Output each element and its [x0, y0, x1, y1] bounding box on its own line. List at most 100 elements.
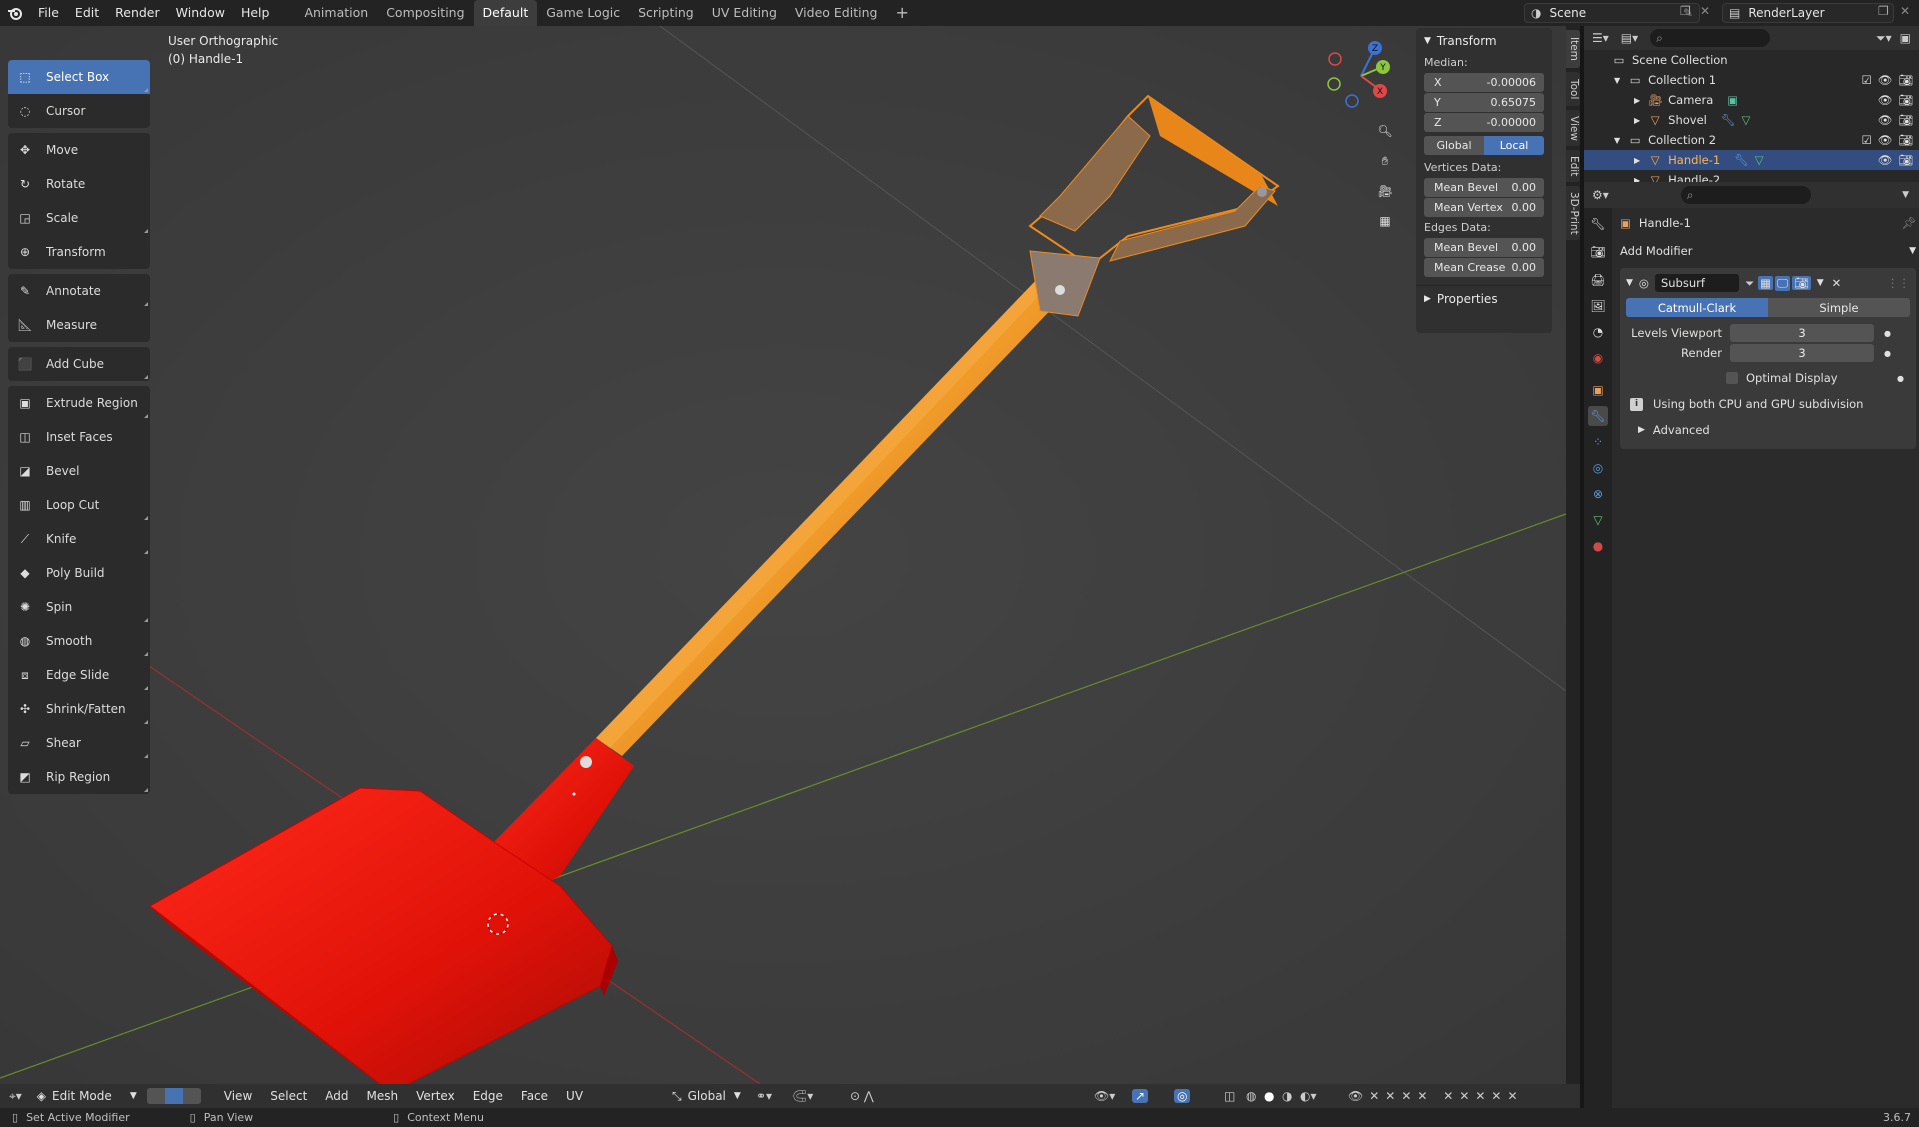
menu-view[interactable]: View: [215, 1089, 261, 1103]
tab-default[interactable]: Default: [473, 0, 538, 26]
xray-icon[interactable]: ◫: [1224, 1089, 1235, 1103]
outliner-row-handle-1[interactable]: ▶ ▽ Handle-1 🔧︎ ▽ 👁︎ 📷︎: [1584, 150, 1919, 170]
delete-view-layer-button[interactable]: ✕: [1900, 4, 1910, 18]
viewport-scene[interactable]: [0, 26, 1566, 1084]
menu-edit[interactable]: Edit: [67, 0, 107, 26]
tab-uv-editing[interactable]: UV Editing: [703, 0, 786, 26]
tool-shear[interactable]: ▱ Shear: [8, 726, 150, 760]
global-button[interactable]: Global: [1424, 136, 1484, 155]
scene-selector[interactable]: ◑ Scene ✎: [1524, 3, 1700, 23]
expand-right-icon[interactable]: ▶: [1634, 96, 1640, 105]
orientation-selector[interactable]: ⤡ Global ▼: [672, 1089, 741, 1104]
delete-scene-button[interactable]: ✕: [1700, 4, 1710, 18]
gizmo-toggle-icon[interactable]: ↗: [1132, 1089, 1149, 1103]
display-mode-icon[interactable]: ▤▾: [1621, 31, 1638, 45]
physics-tab-icon[interactable]: ◎: [1588, 458, 1608, 478]
material-tab-icon[interactable]: ●: [1588, 536, 1608, 556]
eye-icon[interactable]: 👁︎: [1878, 133, 1893, 147]
face-select-icon[interactable]: [182, 1088, 201, 1104]
new-collection-icon[interactable]: ▣: [1900, 31, 1911, 45]
tool-scale[interactable]: ◲ Scale: [8, 201, 150, 235]
tool-settings-tab-icon[interactable]: 🔧︎: [1588, 214, 1608, 234]
outliner-search-input[interactable]: ⌕: [1650, 29, 1771, 47]
pan-hand-icon[interactable]: ✋︎: [1372, 148, 1398, 174]
menu-add[interactable]: Add: [316, 1089, 357, 1103]
tool-move[interactable]: ✥ Move: [8, 133, 150, 167]
pin-icon[interactable]: 📌︎: [1901, 216, 1916, 230]
expand-right-icon[interactable]: ▶: [1634, 116, 1640, 125]
tool-annotate[interactable]: ✎ Annotate: [8, 274, 150, 308]
editmode-toggle-icon[interactable]: ▦: [1758, 276, 1774, 290]
eye-icon[interactable]: 👁︎: [1878, 113, 1893, 127]
checkbox-icon[interactable]: ☑: [1861, 133, 1871, 147]
mean-crease-field[interactable]: Mean Crease 0.00: [1424, 258, 1544, 277]
camera-render-icon[interactable]: 📷︎: [1898, 93, 1913, 107]
tab-game-logic[interactable]: Game Logic: [537, 0, 629, 26]
camera-render-icon[interactable]: 📷︎: [1898, 73, 1913, 87]
filter-icon[interactable]: ⏷▾: [1876, 31, 1892, 46]
eye-icon[interactable]: 👁︎: [1878, 153, 1893, 167]
overlay-toggle-icon[interactable]: ◎: [1174, 1089, 1191, 1103]
menu-edge[interactable]: Edge: [464, 1089, 512, 1103]
outliner-row-shovel[interactable]: ▶ ▽ Shovel 🔧︎ ▽ 👁︎ 📷︎: [1584, 110, 1919, 130]
tool-knife[interactable]: ⟋ Knife: [8, 522, 150, 556]
simple-button[interactable]: Simple: [1768, 298, 1910, 317]
render-levels-field[interactable]: 3: [1730, 344, 1874, 362]
object-tab-icon[interactable]: ▣: [1588, 380, 1608, 400]
tool-select-box[interactable]: ⬚ Select Box: [8, 60, 150, 94]
view-layer-tab-icon[interactable]: 🖼︎: [1588, 296, 1608, 316]
shading-rendered-icon[interactable]: ◐▾: [1300, 1089, 1317, 1103]
add-workspace-button[interactable]: +: [886, 0, 917, 26]
tool-add-cube[interactable]: ⬛ Add Cube: [8, 347, 150, 381]
local-button[interactable]: Local: [1484, 136, 1544, 155]
mesh-display-icons[interactable]: 👁︎✕✕✕✕ ✕✕✕✕✕: [1348, 1089, 1524, 1103]
expand-down-icon[interactable]: ▼: [1614, 76, 1620, 85]
tool-edge-slide[interactable]: ⧈ Edge Slide: [8, 658, 150, 692]
mean-vertex-field[interactable]: Mean Vertex 0.00: [1424, 198, 1544, 217]
tool-cursor[interactable]: ◌ Cursor: [8, 94, 150, 128]
tool-spin[interactable]: ✺ Spin: [8, 590, 150, 624]
outliner-row-collection-1[interactable]: ▼ ▭ Collection 1 ☑ 👁︎ 📷︎: [1584, 70, 1919, 90]
levels-viewport-field[interactable]: 3: [1730, 324, 1874, 342]
properties-search-input[interactable]: ⌕: [1680, 186, 1811, 204]
optimal-display-row[interactable]: Optimal Display ●: [1626, 367, 1910, 389]
optimal-display-checkbox[interactable]: [1726, 372, 1738, 384]
camera-view-icon[interactable]: 🎥︎: [1372, 178, 1398, 204]
expand-right-icon[interactable]: ▶: [1634, 156, 1640, 165]
visibility-icon[interactable]: 👁︎▾: [1094, 1089, 1115, 1103]
catmull-clark-button[interactable]: Catmull-Clark: [1626, 298, 1768, 317]
grid-view-icon[interactable]: ▦: [1372, 208, 1398, 234]
render-tab-icon[interactable]: 📷︎: [1588, 242, 1608, 262]
properties-header[interactable]: ▶ Properties: [1416, 285, 1552, 311]
constraints-tab-icon[interactable]: ⊗: [1588, 484, 1608, 504]
tool-rip-region[interactable]: ◩ Rip Region: [8, 760, 150, 794]
menu-mesh[interactable]: Mesh: [358, 1089, 408, 1103]
scene-tab-icon[interactable]: ◔: [1588, 322, 1608, 342]
menu-vertex[interactable]: Vertex: [407, 1089, 464, 1103]
close-icon[interactable]: ✕: [1832, 276, 1842, 290]
keyframe-dot-icon[interactable]: ●: [1884, 349, 1891, 358]
mean-bevel-vertex-field[interactable]: Mean Bevel 0.00: [1424, 178, 1544, 197]
tab-animation[interactable]: Animation: [295, 0, 377, 26]
edit-mode-cage-icon[interactable]: ⏷: [1745, 276, 1754, 291]
tool-poly-build[interactable]: ◆ Poly Build: [8, 556, 150, 590]
tab-view[interactable]: View: [1566, 110, 1580, 146]
tool-smooth[interactable]: ◍ Smooth: [8, 624, 150, 658]
output-tab-icon[interactable]: 🖨︎: [1588, 270, 1608, 290]
outliner-row-camera[interactable]: ▶ 🎥︎ Camera ▣ 👁︎ 📷︎: [1584, 90, 1919, 110]
menu-face[interactable]: Face: [512, 1089, 557, 1103]
menu-help[interactable]: Help: [233, 0, 278, 26]
median-y-field[interactable]: Y 0.65075: [1424, 93, 1544, 112]
shading-solid-icon[interactable]: ●: [1264, 1089, 1274, 1103]
render-toggle-icon[interactable]: 📷︎: [1792, 276, 1811, 290]
tab-scripting[interactable]: Scripting: [629, 0, 703, 26]
tool-extrude-region[interactable]: ▣ Extrude Region: [8, 386, 150, 420]
blender-logo-icon[interactable]: [0, 6, 30, 20]
editor-type-icon[interactable]: ⌖▾: [0, 1089, 31, 1104]
advanced-subpanel[interactable]: ▶ Advanced: [1626, 419, 1910, 441]
tab-3d-print[interactable]: 3D-Print: [1566, 186, 1580, 240]
camera-render-icon[interactable]: 📷︎: [1898, 153, 1913, 167]
tool-inset-faces[interactable]: ◫ Inset Faces: [8, 420, 150, 454]
tab-tool[interactable]: Tool: [1566, 72, 1580, 106]
editor-type-icon[interactable]: ☰▾: [1592, 31, 1609, 45]
